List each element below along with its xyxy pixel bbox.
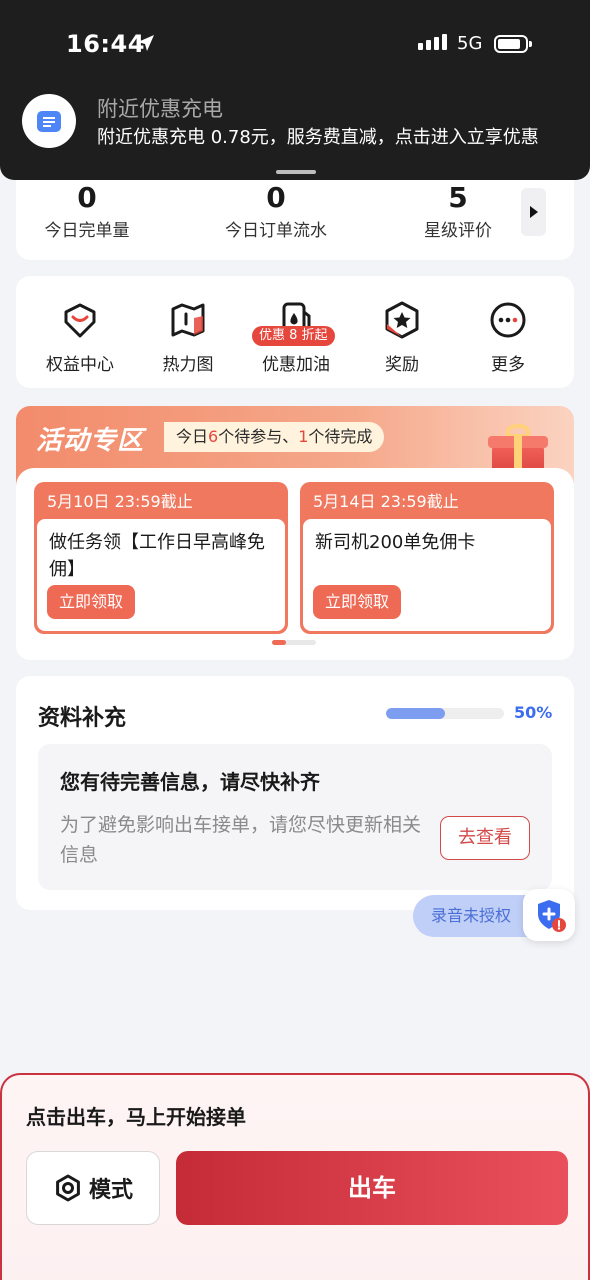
task-deadline: 5月10日 23:59截止	[47, 492, 193, 511]
fuel-discount-badge: 优惠 8 折起	[252, 326, 335, 346]
network-type: 5G	[457, 33, 483, 54]
tool-label: 奖励	[385, 355, 419, 375]
view-button[interactable]: 去查看	[440, 816, 530, 860]
go-online-sheet: 点击出车，马上开始接单 模式 出车	[0, 1073, 590, 1280]
go-online-hint: 点击出车，马上开始接单	[26, 1105, 246, 1129]
todo-count: 1	[298, 427, 309, 446]
tool-more[interactable]: 更多	[458, 300, 558, 375]
carousel-indicator	[272, 640, 316, 645]
task-name: 新司机200单免佣卡	[315, 532, 476, 553]
stat-star-rating[interactable]: 5 星级评价	[414, 180, 502, 241]
notice-title: 您有待完善信息，请尽快补齐	[60, 770, 320, 794]
task-deadline: 5月14日 23:59截止	[313, 492, 459, 511]
profile-completion-card: 资料补充 50% 您有待完善信息，请尽快补齐 为了避免影响出车接单，请您尽快更新…	[16, 676, 574, 910]
claim-button[interactable]: 立即领取	[47, 585, 136, 619]
subtitle-mid: 个待参与、	[218, 427, 299, 446]
task-card[interactable]: 5月10日 23:59截止 做任务领【工作日早高峰免佣】 立即领取	[34, 482, 288, 634]
status-time: 16:44	[66, 30, 145, 58]
diamond-icon	[64, 303, 96, 338]
tool-label: 优惠加油	[262, 355, 330, 375]
mode-label: 模式	[88, 1178, 133, 1203]
task-card[interactable]: 5月14日 23:59截止 新司机200单免佣卡 立即领取	[300, 482, 554, 634]
profile-progress-label: 50%	[514, 703, 553, 722]
stat-value: 0	[266, 181, 286, 214]
tools-card: 权益中心 热力图 优惠加油 优惠 8 折起 奖励 更多	[16, 276, 574, 388]
profile-progress-bar	[386, 708, 504, 719]
notification-banner[interactable]: 16:44 5G 附近优惠充电 附近优惠充电 0.78元，服务费直减，点击进入立…	[0, 0, 590, 180]
battery-icon	[494, 35, 532, 53]
stat-completed-orders[interactable]: 0 今日完单量	[42, 180, 132, 241]
tool-label: 热力图	[162, 355, 214, 375]
shield-alert-icon	[538, 900, 566, 932]
tool-benefits-center[interactable]: 权益中心	[30, 300, 130, 375]
stat-label: 星级评价	[424, 221, 492, 241]
mode-button[interactable]: 模式	[26, 1151, 160, 1225]
more-icon	[490, 302, 526, 338]
stats-expand-arrow-icon[interactable]	[521, 188, 546, 236]
tool-label: 权益中心	[46, 355, 114, 375]
activity-body: 5月10日 23:59截止 做任务领【工作日早高峰免佣】 立即领取 5月14日 …	[16, 468, 574, 660]
notice-description: 为了避免影响出车接单，请您尽快更新相关信息	[60, 814, 422, 866]
pending-count: 6	[208, 427, 219, 446]
stat-order-revenue[interactable]: 0 今日订单流水	[216, 180, 336, 241]
tool-label: 更多	[491, 355, 525, 375]
hexagon-settings-icon	[56, 1174, 80, 1202]
notification-body: 附近优惠充电 0.78元，服务费直减，点击进入立享优惠	[97, 127, 539, 148]
stat-value: 5	[448, 181, 468, 214]
activity-title: 活动专区	[36, 426, 145, 456]
subtitle-suffix: 个待完成	[308, 427, 373, 446]
stat-label: 今日完单量	[44, 221, 130, 241]
profile-notice: 您有待完善信息，请尽快补齐 为了避免影响出车接单，请您尽快更新相关信息 去查看	[38, 744, 552, 890]
claim-button[interactable]: 立即领取	[313, 585, 402, 619]
stat-value: 0	[77, 181, 97, 214]
signal-icon	[418, 34, 447, 50]
banner-grabber[interactable]	[276, 170, 316, 174]
go-online-button[interactable]: 出车	[176, 1151, 568, 1225]
map-icon	[171, 303, 205, 337]
star-badge-icon	[385, 301, 419, 339]
message-icon	[22, 94, 76, 148]
notification-title: 附近优惠充电	[97, 97, 223, 121]
activity-zone-card: 活动专区 今日6个待参与、1个待完成 5月10日 23:59截止 做任务领【工作…	[16, 406, 574, 660]
subtitle-prefix: 今日	[176, 427, 209, 446]
location-arrow-icon	[138, 35, 154, 51]
task-name: 做任务领【工作日早高峰免佣】	[49, 532, 265, 580]
activity-subtitle: 今日6个待参与、1个待完成	[164, 422, 385, 452]
profile-title: 资料补充	[38, 706, 127, 731]
tool-heatmap[interactable]: 热力图	[138, 300, 238, 375]
recording-shield-button[interactable]	[523, 889, 575, 941]
stat-label: 今日订单流水	[225, 221, 327, 241]
tool-rewards[interactable]: 奖励	[352, 300, 452, 375]
